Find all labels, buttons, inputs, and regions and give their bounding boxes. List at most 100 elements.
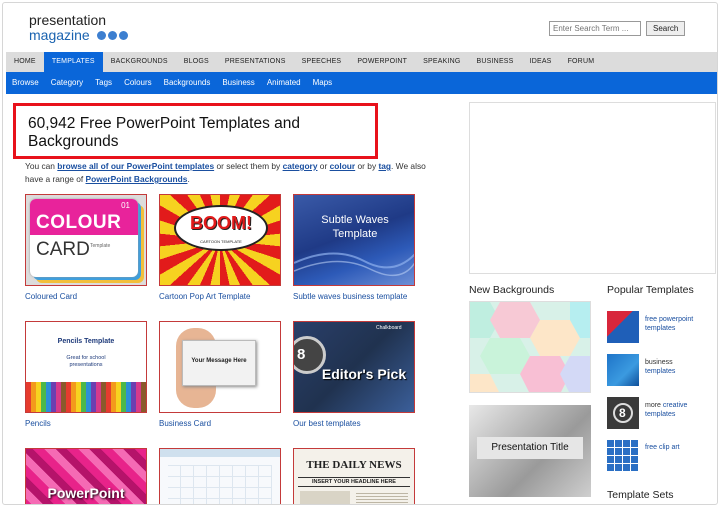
- popular-thumb-2[interactable]: [607, 354, 639, 386]
- intro-t4: or by: [355, 161, 379, 171]
- nav-ideas[interactable]: IDEAS: [522, 52, 560, 72]
- thumb-side: Template: [90, 243, 111, 249]
- new-backgrounds-title: New Backgrounds: [469, 284, 555, 296]
- hex-pattern: [470, 302, 590, 392]
- popular-link-2[interactable]: templates: [645, 368, 675, 375]
- caption-business-card[interactable]: Business Card: [159, 419, 281, 428]
- link-tag[interactable]: tag: [378, 161, 391, 171]
- intro-t3: or: [317, 161, 330, 171]
- thumb-editors-pick-title: Editor's Pick: [321, 366, 407, 382]
- tile-coloured-card[interactable]: 01 COLOUR CARD Template Coloured Card: [25, 194, 147, 301]
- popular-item-creative-templates[interactable]: 8 more creative templates: [607, 397, 717, 429]
- popular-item-clip-art[interactable]: free clip art: [607, 439, 717, 471]
- logo-line-2: magazine: [29, 27, 128, 43]
- thumb-daily-news[interactable]: THE DAILY NEWS INSERT YOUR HEADLINE HERE: [293, 448, 415, 504]
- subnav-tags[interactable]: Tags: [89, 72, 118, 94]
- new-background-thumb[interactable]: [469, 301, 591, 393]
- popular-lead-3: more: [645, 402, 663, 409]
- link-colour[interactable]: colour: [330, 161, 356, 171]
- tile-pencils[interactable]: Pencils Template Great for school presen…: [25, 321, 147, 428]
- page-frame: presentation magazine Search HOME TEMPLA…: [2, 2, 718, 505]
- thumb-card-msg: Your Message Here: [191, 358, 247, 364]
- nav-speeches[interactable]: SPEECHES: [294, 52, 350, 72]
- subnav-backgrounds[interactable]: Backgrounds: [158, 72, 217, 94]
- nav-speaking[interactable]: SPEAKING: [415, 52, 468, 72]
- tile-daily-news[interactable]: THE DAILY NEWS INSERT YOUR HEADLINE HERE: [293, 448, 415, 504]
- search-button[interactable]: Search: [646, 21, 686, 36]
- subnav-category[interactable]: Category: [45, 72, 89, 94]
- popular-thumb-4[interactable]: [607, 439, 639, 471]
- main-nav: HOME TEMPLATES BACKGROUNDS BLOGS PRESENT…: [6, 52, 717, 72]
- intro-t2: or select them by: [214, 161, 283, 171]
- thumb-coloured-card[interactable]: 01 COLOUR CARD Template: [25, 194, 147, 286]
- thumb-waves-title: Subtle Waves Template: [321, 214, 389, 240]
- presentation-title-thumb[interactable]: Presentation Title: [469, 405, 591, 497]
- popular-templates-title: Popular Templates: [607, 284, 694, 296]
- headline-box: 60,942 Free PowerPoint Templates and Bac…: [13, 103, 378, 159]
- site-logo[interactable]: presentation magazine: [29, 13, 128, 43]
- logo-line-2-text: magazine: [29, 27, 90, 43]
- caption-pencils[interactable]: Pencils: [25, 419, 147, 428]
- subnav-colours[interactable]: Colours: [118, 72, 158, 94]
- nav-forum[interactable]: FORUM: [560, 52, 603, 72]
- caption-coloured-card[interactable]: Coloured Card: [25, 292, 147, 301]
- thumb-business-card[interactable]: Your Message Here: [159, 321, 281, 413]
- thumb-boom: BOOM!: [190, 213, 252, 233]
- thumb-line2: CARD: [36, 239, 90, 260]
- link-category[interactable]: category: [283, 161, 318, 171]
- tile-cartoon-pop[interactable]: BOOM! CARTOON TEMPLATE Cartoon Pop Art T…: [159, 194, 281, 301]
- thumb-line1: COLOUR: [36, 212, 122, 233]
- thumb-chalkboard: Chalkboard: [376, 325, 402, 331]
- tile-business-card[interactable]: Your Message Here Business Card: [159, 321, 281, 428]
- caption-best-templates[interactable]: Our best templates: [293, 419, 415, 428]
- thumb-news-title: THE DAILY NEWS: [306, 459, 402, 471]
- tile-powerpoint[interactable]: PowerPoint: [25, 448, 147, 504]
- intro-text: You can browse all of our PowerPoint tem…: [25, 160, 435, 186]
- sub-nav: Browse Category Tags Colours Backgrounds…: [6, 72, 717, 94]
- thumb-powerpoint[interactable]: PowerPoint: [25, 448, 147, 504]
- thumb-editors-pick[interactable]: 8 Chalkboard Editor's Pick: [293, 321, 415, 413]
- nav-blogs[interactable]: BLOGS: [176, 52, 217, 72]
- thumb-subtle-waves[interactable]: Subtle Waves Template: [293, 194, 415, 286]
- popular-thumb-3[interactable]: 8: [607, 397, 639, 429]
- logo-line-1: presentation: [29, 12, 107, 28]
- thumb-boom-sub: CARTOON TEMPLATE: [200, 239, 242, 244]
- search-input[interactable]: [549, 21, 641, 36]
- popular-item-business-templates[interactable]: business templates: [607, 354, 717, 386]
- link-powerpoint-backgrounds[interactable]: PowerPoint Backgrounds: [86, 174, 188, 184]
- nav-backgrounds[interactable]: BACKGROUNDS: [103, 52, 176, 72]
- nav-presentations[interactable]: PRESENTATIONS: [217, 52, 294, 72]
- nav-business[interactable]: BUSINESS: [469, 52, 522, 72]
- tile-editors-pick[interactable]: 8 Chalkboard Editor's Pick Our best temp…: [293, 321, 415, 428]
- search-bar: Search: [549, 21, 686, 36]
- thumb-news-sub: INSERT YOUR HEADLINE HERE: [298, 477, 410, 487]
- popular-link-1[interactable]: free powerpoint templates: [645, 316, 693, 332]
- ad-box: [469, 102, 716, 274]
- subnav-browse[interactable]: Browse: [6, 72, 45, 94]
- caption-subtle-waves[interactable]: Subtle waves business template: [293, 292, 415, 301]
- link-browse-templates[interactable]: browse all of our PowerPoint templates: [57, 161, 214, 171]
- intro-t1: You can: [25, 161, 58, 171]
- thumb-cartoon-pop[interactable]: BOOM! CARTOON TEMPLATE: [159, 194, 281, 286]
- popular-thumb-1[interactable]: [607, 311, 639, 343]
- nav-templates[interactable]: TEMPLATES: [43, 52, 103, 72]
- nav-powerpoint[interactable]: POWERPOINT: [349, 52, 415, 72]
- popular-item-free-templates[interactable]: free powerpoint templates: [607, 311, 717, 343]
- nav-home[interactable]: HOME: [6, 52, 44, 72]
- thumb-calendar[interactable]: [159, 448, 281, 504]
- thumb-pencils-title: Pencils Template: [57, 338, 115, 345]
- thumb-powerpoint-text: PowerPoint: [47, 485, 125, 501]
- popular-lead-2: business: [645, 359, 673, 366]
- presentation-title-label: Presentation Title: [477, 437, 583, 459]
- subnav-animated[interactable]: Animated: [261, 72, 307, 94]
- logo-dots-icon: [96, 30, 128, 40]
- popular-link-4[interactable]: free clip art: [645, 444, 680, 451]
- subnav-business[interactable]: Business: [216, 72, 260, 94]
- caption-cartoon-pop[interactable]: Cartoon Pop Art Template: [159, 292, 281, 301]
- subnav-maps[interactable]: Maps: [307, 72, 339, 94]
- page-title: 60,942 Free PowerPoint Templates and Bac…: [28, 115, 300, 150]
- tile-calendar[interactable]: [159, 448, 281, 504]
- tile-subtle-waves[interactable]: Subtle Waves Template Subtle waves busin…: [293, 194, 415, 301]
- intro-t6: .: [187, 174, 190, 184]
- thumb-pencils[interactable]: Pencils Template Great for school presen…: [25, 321, 147, 413]
